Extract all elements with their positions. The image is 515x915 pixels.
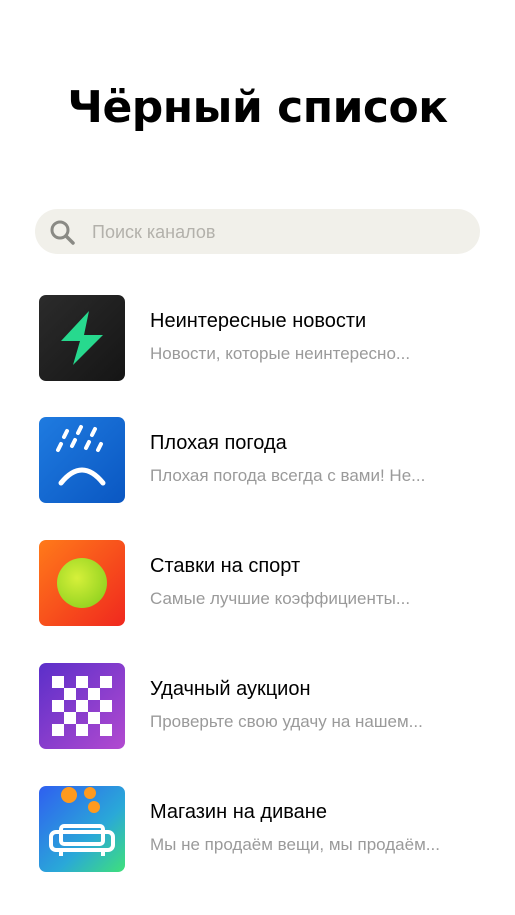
sad-rain-icon [39, 417, 125, 503]
page-title: Чёрный список [67, 82, 448, 133]
channel-description: Проверьте свою удачу на нашем... [150, 712, 423, 731]
channel-title: Плохая погода [150, 432, 287, 454]
checkerboard-icon [39, 663, 125, 749]
search-input[interactable] [90, 209, 464, 256]
channel-description: Плохая погода всегда с вами! Не... [150, 466, 426, 485]
sofa-icon [39, 786, 125, 872]
channel-description: Мы не продаём вещи, мы продаём... [150, 835, 440, 854]
channel-description: Новости, которые неинтересно... [150, 344, 411, 363]
list-item-channel-3[interactable]: Ставки на спорт Самые лучшие коэффициент… [39, 540, 489, 630]
channel-title: Неинтересные новости [150, 310, 367, 332]
ball-icon [39, 540, 125, 626]
channel-description: Самые лучшие коэффициенты... [150, 589, 411, 608]
channel-title: Магазин на диване [150, 801, 327, 823]
channel-title: Удачный аукцион [150, 678, 311, 700]
channel-title: Ставки на спорт [150, 555, 301, 577]
list-item-channel-1[interactable]: Неинтересные новости Новости, которые не… [39, 295, 489, 385]
search-icon [50, 220, 75, 245]
lightning-icon [39, 295, 125, 381]
list-item-channel-4[interactable]: Удачный аукцион Проверьте свою удачу на … [39, 663, 489, 753]
search-bar[interactable] [35, 209, 480, 256]
list-item-channel-2[interactable]: Плохая погода Плохая погода всегда с вам… [39, 417, 489, 507]
list-item-channel-5[interactable]: Магазин на диване Мы не продаём вещи, мы… [39, 786, 489, 876]
